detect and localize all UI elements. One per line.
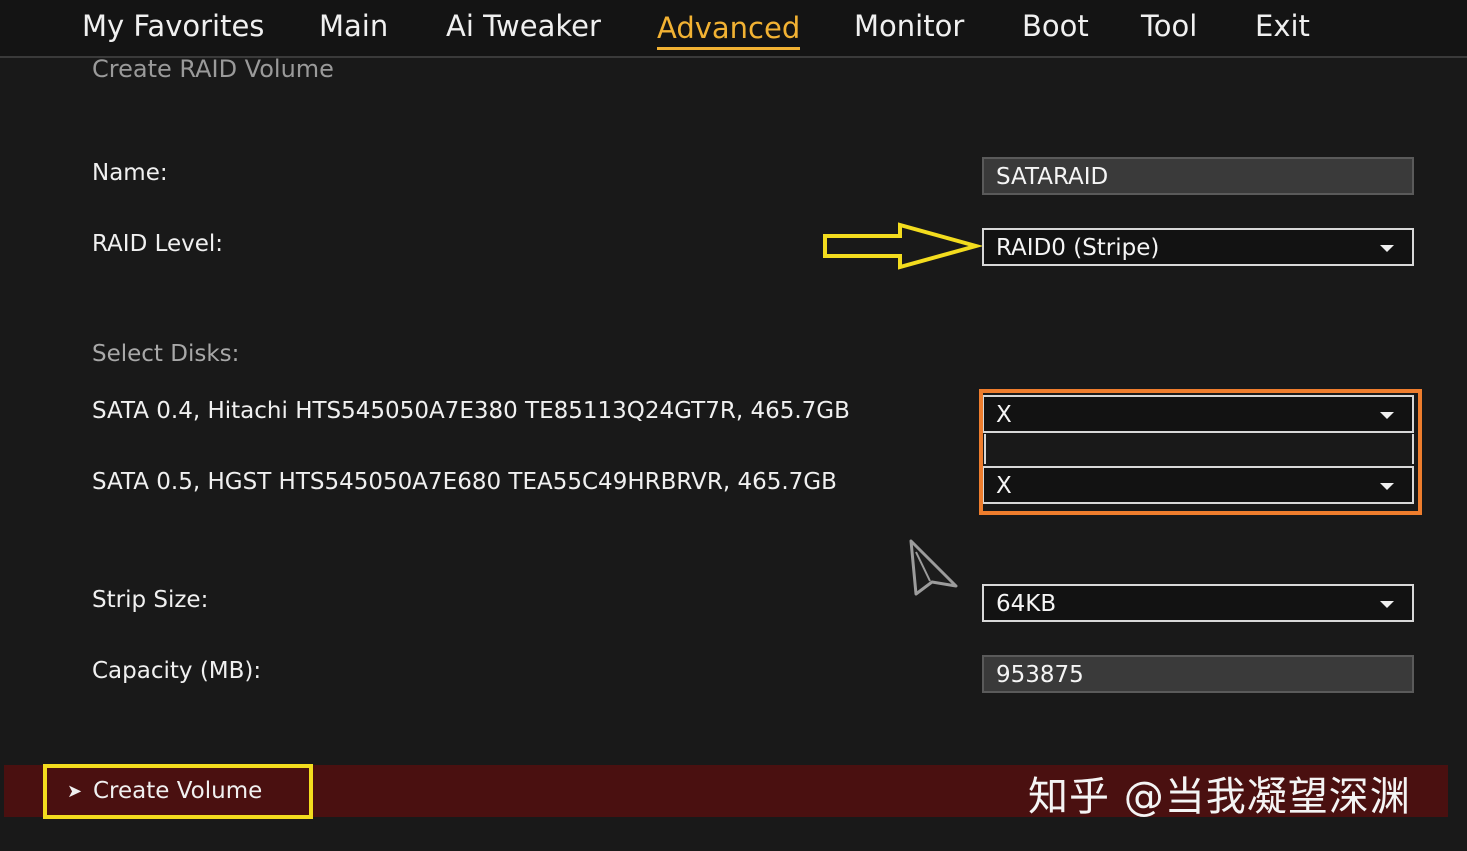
name-label: Name: — [92, 160, 168, 186]
strip-size-select[interactable]: 64KB — [982, 584, 1414, 622]
tab-exit[interactable]: Exit — [1255, 9, 1310, 43]
disk-label-sata-0-4: SATA 0.4, Hitachi HTS545050A7E380 TE8511… — [92, 398, 850, 424]
strip-size-value: 64KB — [996, 591, 1057, 617]
section-title: Create RAID Volume — [92, 56, 334, 78]
disk-label-sata-0-5: SATA 0.5, HGST HTS545050A7E680 TEA55C49H… — [92, 469, 837, 495]
tab-advanced[interactable]: Advanced — [657, 9, 801, 50]
create-volume-label: Create Volume — [93, 778, 263, 804]
chevron-down-icon — [1380, 483, 1394, 490]
name-value: SATARAID — [996, 164, 1109, 190]
chevron-down-icon — [1380, 245, 1394, 252]
chevron-down-icon — [1380, 412, 1394, 419]
select-disks-label: Select Disks: — [92, 341, 240, 367]
annotation-arrow-icon — [823, 222, 982, 270]
tab-boot[interactable]: Boot — [1022, 9, 1089, 43]
top-menu-bar: My Favorites Main Ai Tweaker Advanced Mo… — [0, 0, 1467, 58]
tab-monitor[interactable]: Monitor — [854, 9, 964, 43]
capacity-value: 953875 — [996, 662, 1084, 688]
tab-my-favorites[interactable]: My Favorites — [82, 9, 264, 43]
disk-select-sata-0-4[interactable]: X — [982, 395, 1414, 433]
disk-select-sata-0-5[interactable]: X — [982, 466, 1414, 504]
chevron-down-icon — [1380, 601, 1394, 608]
disk-gap-divider — [984, 434, 1414, 464]
bios-screen: My Favorites Main Ai Tweaker Advanced Mo… — [0, 0, 1467, 851]
tab-tool[interactable]: Tool — [1141, 9, 1197, 43]
raid-level-value: RAID0 (Stripe) — [996, 235, 1160, 261]
arrow-right-icon: ➤ — [67, 781, 83, 802]
create-volume-button[interactable]: ➤ Create Volume — [43, 764, 313, 819]
capacity-field[interactable]: 953875 — [982, 655, 1414, 693]
watermark: 知乎 @当我凝望深渊 — [1028, 774, 1411, 820]
raid-level-select[interactable]: RAID0 (Stripe) — [982, 228, 1414, 266]
disk-select-value: X — [996, 402, 1012, 428]
tab-main[interactable]: Main — [319, 9, 388, 43]
tab-ai-tweaker[interactable]: Ai Tweaker — [446, 9, 601, 43]
name-field[interactable]: SATARAID — [982, 157, 1414, 195]
disk-select-value: X — [996, 473, 1012, 499]
strip-size-label: Strip Size: — [92, 587, 209, 613]
mouse-cursor-icon — [909, 539, 958, 596]
raid-level-label: RAID Level: — [92, 231, 224, 257]
capacity-label: Capacity (MB): — [92, 658, 262, 684]
